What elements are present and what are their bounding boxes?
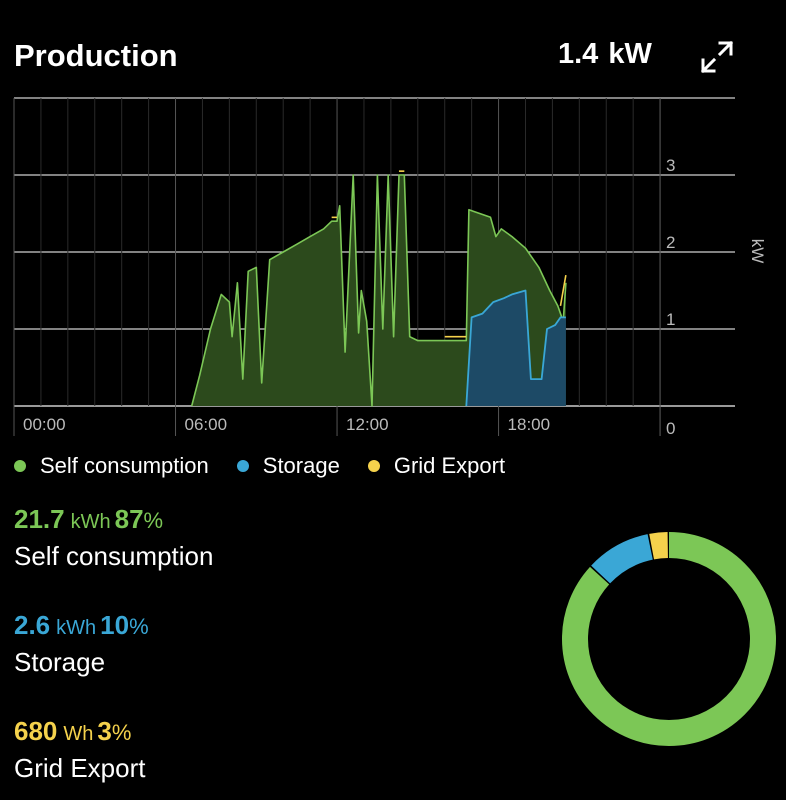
legend-item-self-consumption: Self consumption — [14, 453, 209, 479]
stat-label: Self consumption — [14, 541, 214, 571]
y-tick-label: 0 — [666, 419, 675, 438]
percent-sign: % — [143, 508, 164, 533]
stat-values: 21.7 kWh 87% — [14, 504, 213, 535]
current-power-unit: kW — [608, 38, 652, 70]
y-axis-label: kW — [748, 239, 767, 264]
stat-storage: 2.6 kWh 10% Storage — [14, 610, 149, 678]
stat-values: 2.6 kWh 10% — [14, 610, 149, 641]
stat-label: Storage — [14, 647, 106, 677]
production-chart: 0 1 2 3 4 kW 00:00 06:00 12:00 18:00 — [13, 96, 767, 438]
stat-label: Grid Export — [14, 753, 146, 783]
x-tick-label: 00:00 — [23, 415, 66, 434]
stat-values: 680 Wh 3% — [14, 716, 146, 747]
y-tick-label: 3 — [666, 156, 675, 175]
expand-icon[interactable] — [698, 38, 736, 76]
legend-item-grid-export: Grid Export — [367, 453, 506, 479]
stat-grid-export: 680 Wh 3% Grid Export — [14, 716, 146, 784]
legend-label: Grid Export — [393, 453, 506, 478]
y-tick-label: 4 — [666, 96, 675, 98]
stat-unit: kWh — [70, 511, 111, 533]
current-power: 1.4 kW — [558, 38, 652, 71]
stat-unit: Wh — [63, 723, 94, 745]
chart-legend: Self consumption Storage Grid Export — [14, 452, 533, 480]
stat-value: 680 — [14, 716, 58, 746]
stat-value: 21.7 — [14, 504, 65, 534]
percent-sign: % — [129, 614, 149, 639]
percent-sign: % — [111, 720, 132, 745]
legend-dot — [367, 460, 380, 472]
y-tick-label: 2 — [666, 233, 675, 252]
stat-percent: 87 — [114, 504, 144, 534]
stat-value: 2.6 — [14, 610, 51, 640]
stat-unit: kWh — [56, 617, 97, 639]
y-tick-label: 1 — [666, 310, 675, 329]
x-tick-label: 12:00 — [346, 415, 389, 434]
legend-label: Storage — [262, 453, 340, 478]
legend-item-storage: Storage — [236, 453, 340, 479]
legend-dot — [236, 460, 249, 472]
x-tick-label: 06:00 — [185, 415, 228, 434]
page-title: Production — [14, 38, 178, 73]
x-tick-label: 18:00 — [508, 415, 551, 434]
stat-percent: 3 — [97, 716, 112, 746]
stat-self-consumption: 21.7 kWh 87% Self consumption — [14, 504, 213, 572]
header: Production 1.4 kW — [0, 0, 786, 96]
current-power-value: 1.4 — [558, 38, 599, 70]
legend-dot — [14, 460, 26, 472]
legend-label: Self consumption — [40, 453, 209, 478]
stat-percent: 10 — [100, 610, 130, 640]
production-donut-chart — [562, 532, 776, 746]
